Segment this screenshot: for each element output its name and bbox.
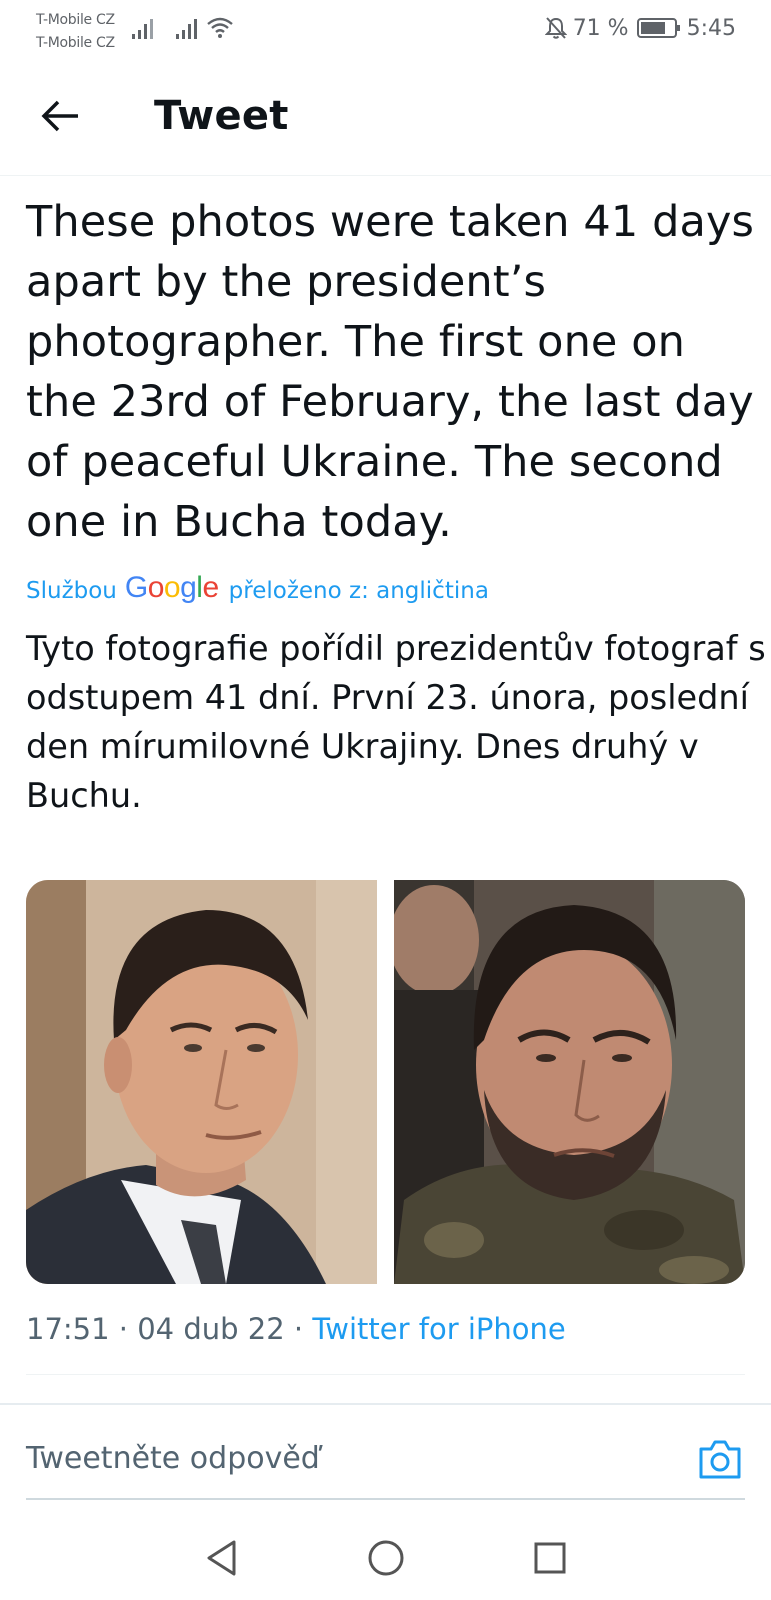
nav-recent-button[interactable] (532, 1538, 568, 1578)
camera-button[interactable] (697, 1437, 743, 1481)
wifi-icon (207, 17, 233, 38)
circle-home-icon (368, 1540, 404, 1576)
tweet-text: These photos were taken 41 days apart by… (26, 197, 755, 547)
signal-icon (176, 19, 197, 39)
arrow-left-icon (41, 100, 78, 132)
tweet-photos (26, 880, 745, 1284)
bell-off-icon (544, 17, 567, 39)
back-button[interactable] (36, 96, 84, 136)
tweet-source-link[interactable]: Twitter for iPhone (312, 1312, 565, 1346)
carrier-labels: T-Mobile CZ T-Mobile CZ (36, 9, 115, 55)
divider (26, 1498, 745, 1500)
google-logo: Google (124, 571, 219, 604)
photo-2[interactable] (394, 880, 745, 1284)
camera-icon (699, 1440, 741, 1479)
translation-attribution[interactable]: Službou Google přeloženo z: angličtina (26, 571, 489, 608)
translation-suffix: přeloženo z: angličtina (228, 578, 489, 604)
tweet-meta: 17:51 · 04 dub 22 · Twitter for iPhone (26, 1312, 566, 1346)
tweet-time: 17:51 (26, 1312, 110, 1346)
divider (26, 1374, 745, 1375)
nav-back-button[interactable] (204, 1538, 240, 1578)
page-title: Tweet (154, 93, 289, 139)
translation-prefix: Službou (26, 578, 117, 604)
square-recent-icon (534, 1542, 566, 1574)
translated-text: Tyto fotografie pořídil prezidentův foto… (26, 629, 766, 815)
photo-1-image (26, 880, 377, 1284)
photo-2-image (394, 880, 745, 1284)
status-right: 71 % 5:45 (544, 14, 736, 42)
status-bar: T-Mobile CZ T-Mobile CZ 71 % 5:45 (0, 0, 771, 56)
battery-percent: 71 % (572, 15, 629, 41)
tweet-date: 04 dub 22 (137, 1312, 285, 1346)
divider (0, 1403, 771, 1405)
battery-icon (636, 18, 680, 38)
reply-input[interactable]: Tweetněte odpověď (26, 1438, 320, 1480)
carrier-1: T-Mobile CZ (36, 12, 115, 28)
photo-1[interactable] (26, 880, 377, 1284)
status-time: 5:45 (686, 15, 736, 41)
signal-icon (132, 19, 153, 39)
nav-home-button[interactable] (366, 1538, 406, 1578)
triangle-back-icon (207, 1540, 236, 1576)
carrier-2: T-Mobile CZ (36, 35, 115, 51)
tweet-header: Tweet (0, 56, 771, 176)
